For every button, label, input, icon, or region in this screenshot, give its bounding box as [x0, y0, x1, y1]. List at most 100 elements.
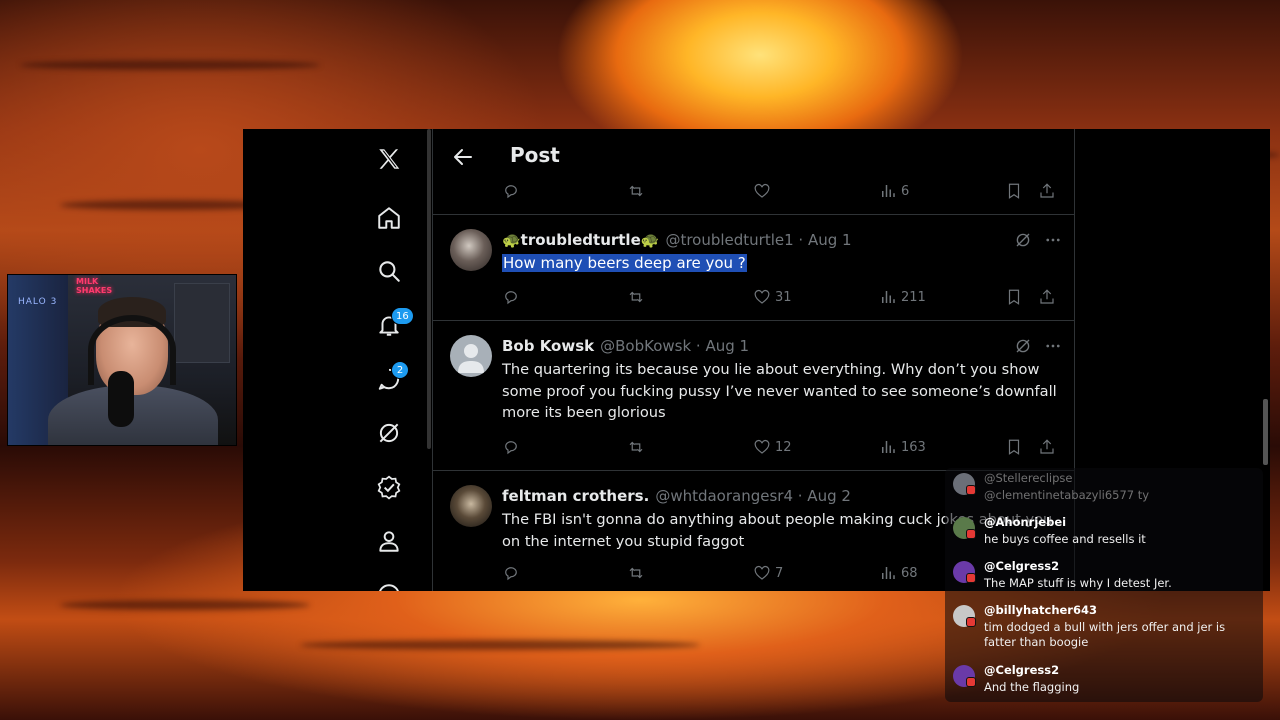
like-button[interactable]: 12	[753, 435, 792, 459]
shelf	[174, 283, 230, 363]
tweet-actions: 31 211	[433, 285, 1074, 309]
live-chat-overlay: @Stellereclipse @clementinetabazyli6577 …	[945, 468, 1263, 702]
share-button[interactable]	[1038, 435, 1056, 459]
repost-icon	[629, 291, 643, 303]
grok-icon[interactable]	[367, 411, 411, 455]
like-button[interactable]	[753, 179, 771, 203]
tweet-item[interactable]: Bob Kowsk @BobKowsk · Aug 1 The quarteri…	[433, 320, 1074, 470]
chat-text: The MAP stuff is why I detest Jer.	[984, 576, 1172, 590]
display-name[interactable]: Bob Kowsk	[502, 337, 594, 355]
post-header: Post	[433, 129, 1074, 185]
bookmark-icon	[1008, 289, 1020, 305]
handle-and-date[interactable]: @troubledturtle1 · Aug 1	[665, 231, 851, 249]
headset	[88, 315, 176, 385]
views-icon	[882, 291, 895, 303]
page-scrollbar[interactable]	[1263, 399, 1268, 465]
views-button[interactable]: 211	[879, 285, 926, 309]
youtube-badge-icon	[966, 573, 976, 583]
chat-text: tim dodged a bull with jers offer and je…	[984, 620, 1226, 649]
back-arrow-icon[interactable]	[451, 145, 475, 169]
microphone	[108, 371, 134, 427]
avatar[interactable]	[450, 229, 492, 271]
selected-text: How many beers deep are you ?	[502, 254, 747, 272]
messages-icon[interactable]: 2	[367, 357, 411, 401]
likes-count: 31	[775, 289, 792, 305]
notifications-bell-icon[interactable]: 16	[367, 303, 414, 347]
left-padding	[243, 129, 351, 591]
default-avatar-icon	[458, 344, 484, 373]
views-button[interactable]: 68	[879, 561, 918, 585]
display-name[interactable]: feltman crothers.	[502, 487, 649, 505]
sidebar-nav: 16 2	[351, 129, 431, 591]
repost-button[interactable]	[627, 179, 645, 203]
share-icon	[1040, 289, 1054, 304]
tweet-menu	[1014, 231, 1062, 249]
youtube-badge-icon	[966, 529, 976, 539]
nav-scrollbar[interactable]	[427, 129, 431, 449]
reply-button[interactable]	[502, 179, 520, 203]
chat-username: @billyhatcher643	[984, 603, 1097, 617]
profile-icon[interactable]	[367, 519, 411, 563]
bookmark-button[interactable]	[1005, 435, 1023, 459]
share-icon	[1040, 183, 1054, 198]
reply-button[interactable]	[502, 561, 520, 585]
search-icon[interactable]	[367, 249, 411, 293]
repost-icon	[629, 185, 643, 197]
share-icon	[1040, 439, 1054, 454]
tweet-menu	[1014, 337, 1062, 355]
views-icon	[882, 185, 895, 197]
views-button[interactable]: 163	[879, 435, 926, 459]
reply-icon	[505, 567, 517, 581]
chat-username: @Stellereclipse	[984, 471, 1073, 485]
repost-button[interactable]	[627, 435, 645, 459]
tweet-header: Bob Kowsk @BobKowsk · Aug 1	[502, 337, 749, 355]
avatar[interactable]	[450, 485, 492, 527]
repost-button[interactable]	[627, 561, 645, 585]
reply-button[interactable]	[502, 285, 520, 309]
share-button[interactable]	[1038, 285, 1056, 309]
cloud-streak	[300, 640, 700, 650]
reply-button[interactable]	[502, 435, 520, 459]
bookmark-icon	[1008, 183, 1020, 199]
more-icon[interactable]	[367, 573, 411, 591]
likes-count: 12	[775, 439, 792, 455]
repost-button[interactable]	[627, 285, 645, 309]
tweet-actions: 12 163	[433, 435, 1074, 459]
bookmark-button[interactable]	[1005, 285, 1023, 309]
grok-icon[interactable]	[1014, 337, 1032, 355]
reply-icon	[505, 185, 517, 199]
tweet-text: The quartering its because you lie about…	[502, 361, 1057, 421]
chat-username: @Ahonrjebei	[984, 515, 1067, 529]
bookmark-button[interactable]	[1005, 179, 1023, 203]
display-name[interactable]: 🐢troubledturtle🐢	[502, 231, 659, 249]
views-count: 163	[901, 439, 926, 455]
share-button[interactable]	[1038, 179, 1056, 203]
repost-icon	[629, 441, 643, 453]
avatar[interactable]	[450, 335, 492, 377]
tweet-text: How many beers deep are you ?	[502, 253, 1062, 275]
tweet-header: 🐢troubledturtle🐢 @troubledturtle1 · Aug …	[502, 231, 852, 249]
like-button[interactable]: 31	[753, 285, 792, 309]
reply-icon	[505, 441, 517, 455]
like-button[interactable]: 7	[753, 561, 783, 585]
repost-icon	[629, 567, 643, 579]
chat-text: he buys coffee and resells it	[984, 532, 1146, 546]
home-icon[interactable]	[367, 196, 411, 240]
chat-username: @Celgress2	[984, 663, 1060, 677]
x-logo-icon[interactable]	[367, 137, 411, 181]
page-title: Post	[510, 143, 560, 167]
views-icon	[882, 567, 895, 579]
bookmark-icon	[1008, 439, 1020, 455]
tweet-item[interactable]: 🐢troubledturtle🐢 @troubledturtle1 · Aug …	[433, 214, 1074, 320]
grok-icon[interactable]	[1014, 231, 1032, 249]
views-count: 6	[901, 183, 910, 199]
verified-icon[interactable]	[367, 465, 411, 509]
more-options-icon[interactable]	[1044, 337, 1062, 355]
youtube-badge-icon	[966, 485, 976, 495]
reply-icon	[505, 291, 517, 305]
more-options-icon[interactable]	[1044, 231, 1062, 249]
views-button[interactable]: 6	[879, 179, 909, 203]
handle-and-date[interactable]: @whtdaorangesr4 · Aug 2	[655, 487, 851, 505]
handle-and-date[interactable]: @BobKowsk · Aug 1	[600, 337, 749, 355]
heart-icon	[754, 183, 770, 198]
